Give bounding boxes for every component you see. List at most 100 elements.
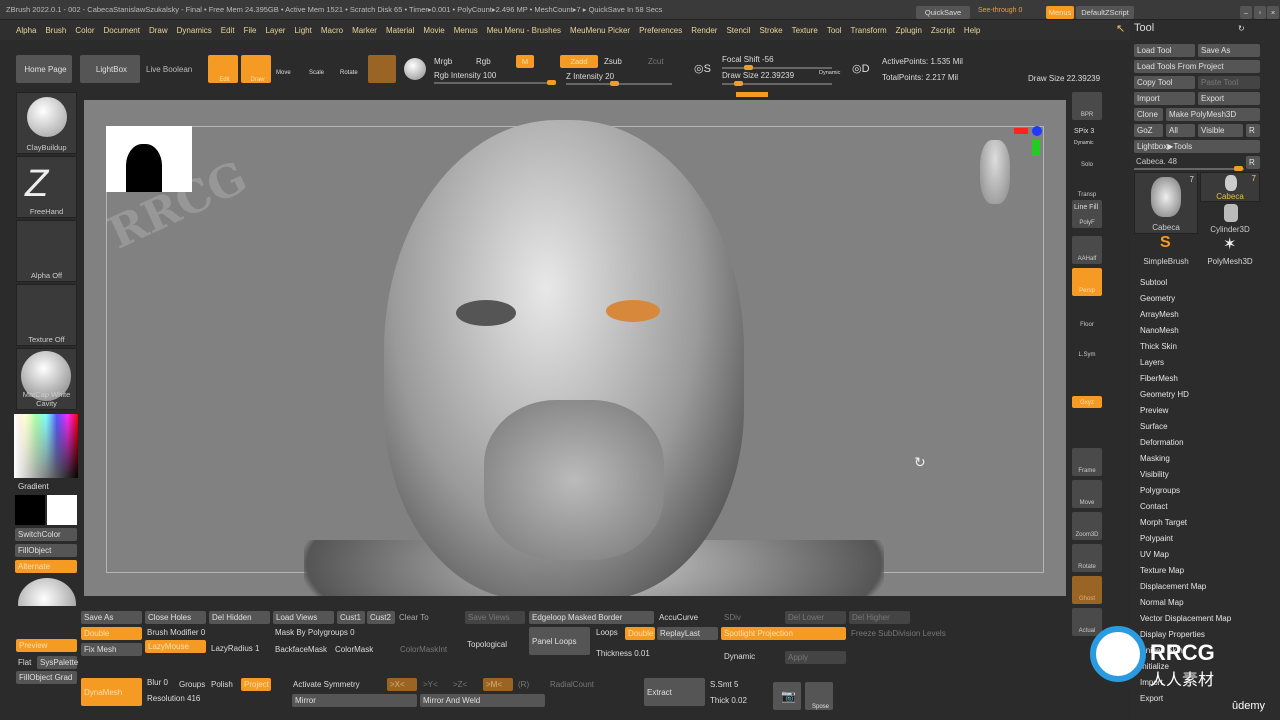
tool-section-export[interactable]: Export (1140, 694, 1163, 703)
draw-size-slider[interactable] (722, 81, 832, 86)
paste-tool-button[interactable]: Paste Tool (1198, 76, 1260, 89)
navigation-head-gizmo[interactable] (980, 140, 1010, 204)
clear-to-label[interactable]: Clear To (399, 613, 429, 622)
load-views-button[interactable]: Load Views (273, 611, 334, 624)
tool-r-button[interactable]: R (1246, 156, 1260, 169)
tool-thumb-polymesh3d[interactable]: ✶ PolyMesh3D (1200, 236, 1260, 266)
import-button[interactable]: Import (1134, 92, 1195, 105)
texture-thumbnail[interactable]: Texture Off (16, 284, 77, 346)
zsub-toggle[interactable]: Zsub (604, 57, 622, 66)
tool-section-vector-displacement-map[interactable]: Vector Displacement Map (1140, 614, 1231, 623)
shelf-move-button[interactable]: Move (1072, 480, 1102, 508)
save-views-button[interactable]: Save Views (465, 611, 525, 624)
menus-button[interactable]: Menus (1046, 6, 1074, 19)
loops-slider[interactable]: Loops (596, 628, 618, 637)
syspalette-button[interactable]: SysPalette (37, 656, 78, 669)
accucurve-toggle[interactable]: AccuCurve (659, 613, 698, 622)
zcut-toggle[interactable]: Zcut (648, 57, 664, 66)
menu-light[interactable]: Light (294, 26, 311, 35)
freeze-subdivision-button[interactable]: Freeze SubDivision Levels (851, 629, 946, 638)
menu-zscript[interactable]: Zscript (931, 26, 955, 35)
material-sphere-icon[interactable] (368, 55, 396, 83)
mrgb-toggle[interactable]: Mrgb (434, 57, 452, 66)
goz-visible-button[interactable]: Visible (1198, 124, 1243, 137)
polish-toggle[interactable]: Polish (211, 680, 233, 689)
shelf-bpr-button[interactable]: BPR (1072, 92, 1102, 120)
material-thumbnail[interactable]: MatCap White Cavity (16, 348, 77, 410)
activate-symmetry-toggle[interactable]: Activate Symmetry (293, 680, 360, 689)
export-button[interactable]: Export (1198, 92, 1260, 105)
s-smt-slider[interactable]: S.Smt 5 (710, 680, 738, 689)
default-zscript-button[interactable]: DefaultZScript (1076, 6, 1134, 19)
switch-color-button[interactable]: SwitchColor (15, 528, 77, 541)
double-loops-button[interactable]: Double (625, 627, 655, 640)
copy-tool-button[interactable]: Copy Tool (1134, 76, 1195, 89)
shelf-frame-button[interactable]: Frame (1072, 448, 1102, 476)
radialcount-slider[interactable]: RadialCount (550, 680, 594, 689)
thick-slider[interactable]: Thick 0.02 (710, 696, 747, 705)
double-button[interactable]: Double (81, 627, 142, 640)
tool-section-uv-map[interactable]: UV Map (1140, 550, 1169, 559)
blur-slider[interactable]: Blur 0 (147, 678, 168, 687)
tool-section-masking[interactable]: Masking (1140, 454, 1170, 463)
menu-alpha[interactable]: Alpha (16, 26, 36, 35)
dynamic-toggle[interactable]: Dynamic (819, 70, 840, 76)
menu-meu-menu-brushes[interactable]: Meu Menu - Brushes (487, 26, 561, 35)
menu-meumenu-picker[interactable]: MeuMenu Picker (570, 26, 630, 35)
tool-section-displacement-map[interactable]: Displacement Map (1140, 582, 1206, 591)
menu-draw[interactable]: Draw (149, 26, 168, 35)
secondary-color-swatch[interactable] (15, 495, 45, 525)
flat-toggle[interactable]: Flat (18, 658, 31, 667)
rotate-button[interactable]: Rotate (340, 70, 358, 76)
shelf-persp-button[interactable]: Persp (1072, 268, 1102, 296)
mirror-and-weld-button[interactable]: Mirror And Weld (420, 694, 545, 707)
home-page-button[interactable]: Home Page (16, 55, 72, 83)
tool-section-subtool[interactable]: Subtool (1140, 278, 1167, 287)
shelf-rotate-button[interactable]: Rotate (1072, 544, 1102, 572)
menu-help[interactable]: Help (964, 26, 980, 35)
symmetry-x-toggle[interactable]: >X< (387, 678, 417, 691)
menu-texture[interactable]: Texture (792, 26, 818, 35)
resolution-slider[interactable]: Resolution 416 (147, 694, 200, 703)
shelf-solo-button[interactable]: Solo (1072, 142, 1102, 170)
gizmo-axis-y[interactable] (1032, 140, 1040, 156)
tool-section-texture-map[interactable]: Texture Map (1140, 566, 1184, 575)
menu-menus[interactable]: Menus (454, 26, 478, 35)
save-as-button[interactable]: Save As (1198, 44, 1260, 57)
shelf-ghost-button[interactable]: Ghost (1072, 576, 1102, 604)
goz-all-button[interactable]: All (1166, 124, 1195, 137)
del-higher-button[interactable]: Del Higher (849, 611, 910, 624)
tool-section-layers[interactable]: Layers (1140, 358, 1164, 367)
tool-thumb-cabeca[interactable]: 7 Cabeca (1134, 172, 1198, 234)
make-polymesh3d-button[interactable]: Make PolyMesh3D (1166, 108, 1260, 121)
tool-thumb-simplebrush[interactable]: S SimpleBrush (1134, 234, 1198, 266)
tool-section-visibility[interactable]: Visibility (1140, 470, 1169, 479)
shelf-floor-button[interactable]: Floor (1072, 302, 1102, 330)
spix-slider[interactable]: SPix 3 (1074, 128, 1094, 135)
tool-section-geometry-hd[interactable]: Geometry HD (1140, 390, 1189, 399)
alternate-button[interactable]: Alternate (15, 560, 77, 573)
tool-section-preview[interactable]: Preview (1140, 406, 1168, 415)
replaylast-button[interactable]: ReplayLast (657, 627, 718, 640)
dynamic-label[interactable]: Dynamic (1074, 140, 1093, 146)
topological-toggle[interactable]: Topological (467, 640, 507, 649)
tool-thumb-cylinder3d[interactable]: Cylinder3D (1200, 204, 1260, 234)
menu-tool[interactable]: Tool (827, 26, 842, 35)
camera-icon[interactable]: 📷 (773, 682, 801, 710)
menu-file[interactable]: File (244, 26, 257, 35)
tool-thumb-cabeca-active[interactable]: 7 Cabeca (1200, 172, 1260, 202)
tool-section-polypaint[interactable]: Polypaint (1140, 534, 1173, 543)
menu-stroke[interactable]: Stroke (759, 26, 782, 35)
menu-preferences[interactable]: Preferences (639, 26, 682, 35)
tool-section-nanomesh[interactable]: NanoMesh (1140, 326, 1179, 335)
brush-sphere-icon[interactable] (404, 58, 426, 80)
lazymouse-button[interactable]: LazyMouse (145, 640, 206, 653)
menu-color[interactable]: Color (75, 26, 94, 35)
tool-section-normal-map[interactable]: Normal Map (1140, 598, 1184, 607)
tool-section-surface[interactable]: Surface (1140, 422, 1168, 431)
colormaskint-slider[interactable]: ColorMaskInt (400, 645, 447, 654)
symmetry-m-toggle[interactable]: >M< (483, 678, 513, 691)
save-as-button-2[interactable]: Save As (81, 611, 142, 624)
tool-section-geometry[interactable]: Geometry (1140, 294, 1175, 303)
shelf-zoom3d-button[interactable]: Zoom3D (1072, 512, 1102, 540)
